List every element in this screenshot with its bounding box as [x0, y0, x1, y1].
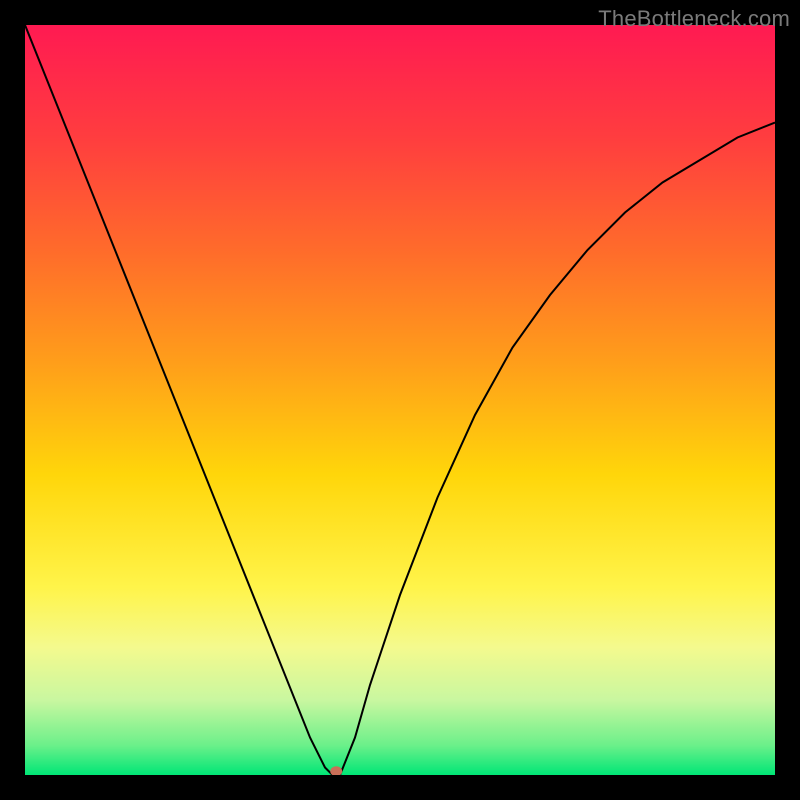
watermark-text: TheBottleneck.com	[598, 6, 790, 32]
plot-area	[25, 25, 775, 775]
gradient-background	[25, 25, 775, 775]
chart-svg	[25, 25, 775, 775]
chart-frame: TheBottleneck.com	[0, 0, 800, 800]
